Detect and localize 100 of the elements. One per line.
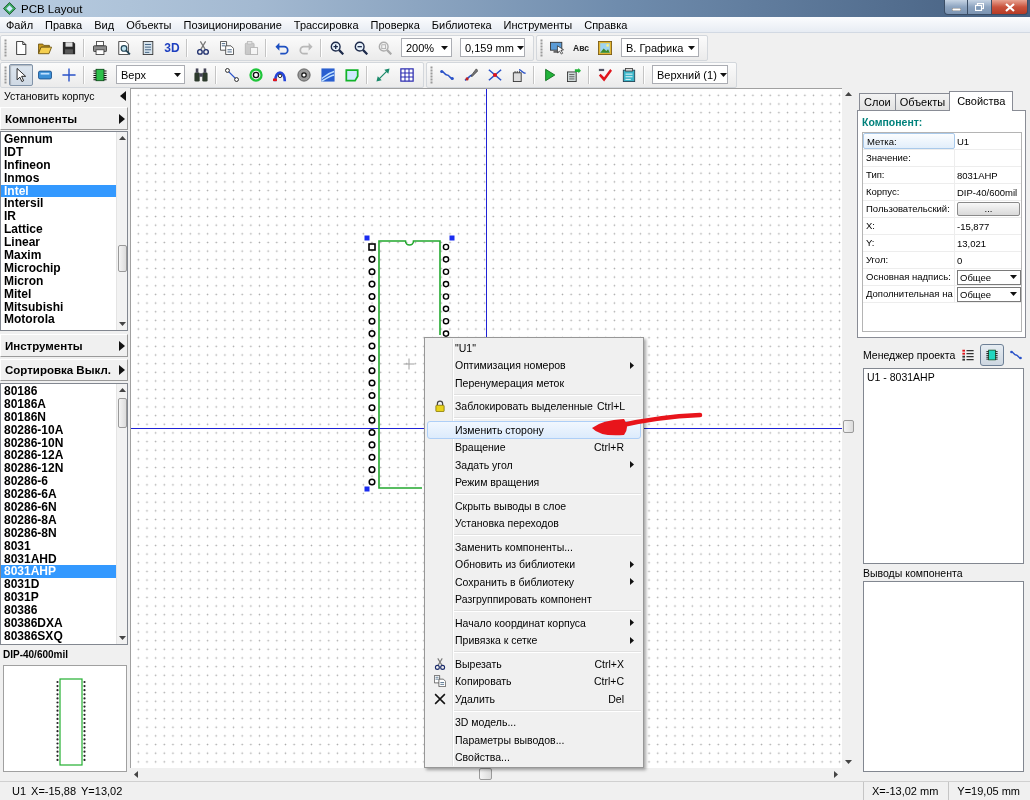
selection-handle[interactable] <box>449 235 455 241</box>
menu-item[interactable]: Заменить компоненты... <box>427 538 641 556</box>
list-item[interactable]: 8031P <box>1 591 116 605</box>
dropdown[interactable]: Верх <box>116 65 185 84</box>
list-item[interactable]: Mitsubishi <box>1 300 116 314</box>
menu-item[interactable]: Режим вращения <box>427 473 641 491</box>
list-item[interactable]: Inmos <box>1 171 116 185</box>
scroll-up-arrow-icon[interactable] <box>118 388 126 392</box>
dropdown[interactable]: 200% <box>401 38 452 57</box>
property-label[interactable]: Дополнительная на <box>863 286 955 302</box>
list-item[interactable]: 80286-12A <box>1 449 116 463</box>
menu-item[interactable]: Свойства... <box>427 748 641 766</box>
scroll-up-arrow-icon[interactable] <box>845 92 852 96</box>
list-item[interactable]: 80386 <box>1 604 116 618</box>
list-item[interactable]: Motorola <box>1 313 116 327</box>
menu-item[interactable]: Обновить из библиотеки <box>427 555 641 573</box>
menu[interactable]: Трассировка <box>287 18 365 31</box>
vertical-scrollbar[interactable] <box>116 132 127 330</box>
scrollbar-thumb[interactable] <box>118 245 127 272</box>
list-item[interactable]: Gennum <box>1 133 116 146</box>
tool-button[interactable] <box>9 63 33 86</box>
grip-icon[interactable] <box>430 65 433 84</box>
panel-button[interactable]: Сортировка Выкл. <box>0 359 128 381</box>
menu-item[interactable]: Разгруппировать компонент <box>427 590 641 608</box>
property-label[interactable]: Пользовательский: <box>863 201 955 217</box>
list-item[interactable]: 80286-10N <box>1 436 116 450</box>
list-item[interactable]: 80286-6N <box>1 501 116 514</box>
tab[interactable]: Слои <box>859 93 896 110</box>
property-label[interactable]: X: <box>863 218 955 234</box>
property-label[interactable]: Тип: <box>863 167 955 183</box>
selection-handle[interactable] <box>364 235 370 241</box>
view-button[interactable] <box>980 344 1005 366</box>
list-item[interactable]: 80286-10A <box>1 423 116 437</box>
list-item[interactable]: U1 - 8031AHP <box>867 371 1020 384</box>
list-item[interactable]: 80186N <box>1 410 116 424</box>
menu-item[interactable]: Перенумерация меток <box>427 374 641 392</box>
property-label[interactable]: Основная надпись: <box>863 269 955 285</box>
list-item[interactable]: 8031 <box>1 539 116 553</box>
menu-item[interactable]: Задать угол <box>427 456 641 474</box>
menu[interactable]: Справка <box>578 18 634 31</box>
menu-item[interactable]: 3D модель... <box>427 713 641 731</box>
menu[interactable]: Позиционирование <box>177 18 288 31</box>
menu-item[interactable]: "U1" <box>427 339 641 357</box>
list-item[interactable]: 80286-12N <box>1 462 116 476</box>
list-item[interactable]: Linear <box>1 236 116 249</box>
tab[interactable]: Свойства <box>949 91 1014 111</box>
dropdown[interactable]: Верхний (1) <box>652 65 728 84</box>
menu[interactable]: Объекты <box>120 18 178 31</box>
selection-handle[interactable] <box>364 486 370 492</box>
close-button[interactable] <box>992 0 1028 15</box>
list-item[interactable]: IR <box>1 210 116 224</box>
menu-item[interactable]: Начало координат корпуса <box>427 614 641 632</box>
tool-button[interactable]: Авс <box>569 36 593 59</box>
list-item[interactable]: Microchip <box>1 261 116 275</box>
square-pad[interactable] <box>368 243 376 251</box>
property-label[interactable]: Угол: <box>863 252 955 268</box>
ellipsis-button[interactable]: ... <box>957 202 1020 216</box>
list-item[interactable]: 80286-8N <box>1 526 116 540</box>
list-item[interactable]: 80386SXQ <box>1 629 116 643</box>
scrollbar-thumb[interactable] <box>118 398 127 428</box>
property-label[interactable]: Значение: <box>863 150 955 166</box>
menu[interactable]: Правка <box>39 18 89 31</box>
scroll-down-arrow-icon[interactable] <box>118 636 126 640</box>
dropdown[interactable]: 0,159 mm <box>460 38 525 57</box>
scroll-down-arrow-icon[interactable] <box>845 760 852 764</box>
scroll-up-arrow-icon[interactable] <box>118 136 126 140</box>
menu-item[interactable]: Установка переходов <box>427 514 641 532</box>
list-item[interactable]: 80386DXA <box>1 617 116 630</box>
menu-item[interactable]: Копировать Ctrl+C <box>427 672 641 690</box>
menu[interactable]: Файл <box>0 18 40 31</box>
list-item[interactable]: 80186A <box>1 397 116 411</box>
dropdown[interactable]: В. Графика <box>621 38 699 57</box>
menu-item[interactable]: Сохранить в библиотеку <box>427 573 641 591</box>
menu-item[interactable]: Параметры выводов... <box>427 731 641 749</box>
menu-item[interactable]: Скрыть выводы в слое <box>427 497 641 515</box>
list-item[interactable]: 80286-6A <box>1 488 116 501</box>
property-label[interactable]: Корпус: <box>863 184 955 200</box>
list-item[interactable]: Maxim <box>1 249 116 262</box>
vertical-scrollbar[interactable] <box>116 384 127 644</box>
grip-icon[interactable] <box>4 65 7 84</box>
scrollbar-thumb[interactable] <box>479 768 492 780</box>
list-item[interactable]: Infineon <box>1 158 116 172</box>
dropdown[interactable]: Общее <box>957 286 1021 302</box>
menu[interactable]: Проверка <box>364 18 426 31</box>
menu-item[interactable]: Оптимизация номеров <box>427 356 641 374</box>
dropdown[interactable]: Общее <box>957 269 1021 285</box>
menu-item[interactable]: Вырезать Ctrl+X <box>427 655 641 673</box>
list-item[interactable]: 80186 <box>1 385 116 398</box>
list-item[interactable]: 80286-8A <box>1 513 116 527</box>
maximize-button[interactable] <box>968 0 992 15</box>
scroll-left-arrow-icon[interactable] <box>134 770 138 778</box>
list-item[interactable]: Micron <box>1 274 116 288</box>
menu[interactable]: Инструменты <box>497 18 579 31</box>
list-item[interactable]: IDT <box>1 145 116 159</box>
scroll-right-arrow-icon[interactable] <box>834 770 838 778</box>
panel-button[interactable]: Компоненты <box>0 107 128 130</box>
list-item[interactable]: 8031AHD <box>1 552 116 566</box>
minimize-button[interactable] <box>944 0 968 15</box>
property-label[interactable]: Y: <box>863 235 955 251</box>
list-item[interactable]: Lattice <box>1 223 116 237</box>
